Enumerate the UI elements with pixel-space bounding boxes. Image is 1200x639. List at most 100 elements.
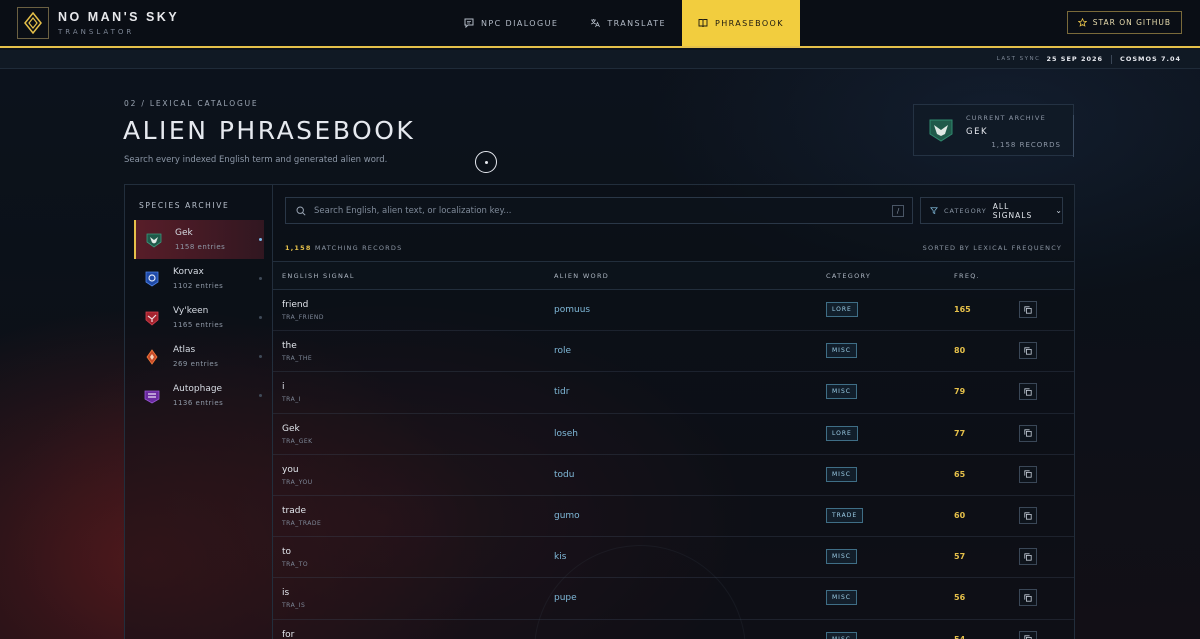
species-count: 1158 entries [175,243,226,251]
category-filter-select[interactable]: CATEGORY ALL SIGNALS ⌄ [920,197,1063,224]
page-subtitle: Search every indexed English term and ge… [124,155,388,165]
search-placeholder: Search English, alien text, or localizat… [314,205,512,216]
category-badge: MISC [826,549,857,565]
frequency-value: 77 [954,428,966,438]
species-item-autophage[interactable]: Autophage 1136 entries [134,376,264,415]
localization-key: TRA_TO [282,561,309,569]
result-count-label: MATCHING RECORDS [314,244,403,252]
english-signal: trade [282,506,306,516]
vykeen-icon [145,311,159,326]
category-badge: TRADE [826,508,864,523]
category-filter-value: ALL SIGNALS [992,201,1033,220]
alien-word: gumo [554,511,580,521]
species-item-atlas[interactable]: Atlas 269 entries [134,337,264,376]
last-sync-date: 25 SEP 2026 [1046,55,1104,63]
status-dot [259,355,262,358]
table-row[interactable]: is TRA_IS pupe MISC 56 [273,578,1074,620]
search-shortcut-key: / [892,205,904,217]
species-name: Gek [175,228,193,238]
top-bar: NO MAN'S SKY TRANSLATOR NPC DIALOGUE TRA… [0,0,1200,48]
status-dot [259,277,262,280]
nav-phrasebook[interactable]: PHRASEBOOK [682,0,800,46]
star-icon [1077,18,1087,27]
localization-key: TRA_THE [282,355,313,363]
copy-button[interactable] [1019,630,1037,639]
mouse-cursor-icon [475,151,497,173]
table-row[interactable]: Gek TRA_GEK loseh LORE 77 [273,414,1074,455]
species-archive-title: SPECIES ARCHIVE [139,201,230,210]
column-category[interactable]: CATEGORY [826,272,871,280]
status-dot [259,238,262,241]
column-frequency[interactable]: FREQ. [954,272,980,280]
species-name: Vy'keen [173,306,209,316]
chevron-down-icon: ⌄ [1055,206,1062,215]
copy-icon [1024,388,1032,396]
english-signal: i [282,382,285,393]
search-input[interactable]: Search English, alien text, or localizat… [285,197,913,224]
table-row[interactable]: for MISC 54 [273,620,1074,639]
column-alien-word[interactable]: ALIEN WORD [554,272,609,280]
table-row[interactable]: you TRA_YOU todu MISC 65 [273,455,1074,496]
frequency-value: 79 [954,387,966,397]
filter-icon [930,207,938,215]
translate-icon [591,19,601,28]
table-row[interactable]: trade TRA_TRADE gumo TRADE 60 [273,496,1074,538]
phrasebook-panel: SPECIES ARCHIVE Gek 1158 entries Korvax 11… [124,184,1075,639]
localization-key: TRA_TRADE [282,520,322,527]
english-signal: the [282,341,297,352]
table-row[interactable]: the TRA_THE role MISC 80 [273,331,1074,373]
copy-button[interactable] [1019,342,1037,360]
category-badge: LORE [826,302,858,317]
category-badge: MISC [826,631,857,639]
category-badge: MISC [826,384,857,400]
alien-word: kis [554,552,567,563]
copy-button[interactable] [1019,507,1037,524]
copy-icon [1024,470,1032,478]
copy-button[interactable] [1019,548,1037,566]
species-item-korvax[interactable]: Korvax 1102 entries [134,259,264,298]
main-nav: NPC DIALOGUE TRANSLATE PHRASEBOOK [448,0,800,46]
nav-translate[interactable]: TRANSLATE [574,0,682,46]
english-signal: you [282,464,299,475]
breadcrumb: 02 / LEXICAL CATALOGUE [124,99,259,108]
brand[interactable]: NO MAN'S SKY TRANSLATOR [0,0,420,46]
copy-button[interactable] [1019,383,1037,401]
frequency-value: 65 [954,469,966,479]
search-icon [296,205,306,216]
copy-icon [1024,594,1032,602]
nav-npc-dialogue[interactable]: NPC DIALOGUE [448,0,574,46]
alien-word: tidr [554,387,570,398]
copy-button[interactable] [1019,589,1037,607]
last-sync-label: LAST SYNC [996,56,1041,62]
nav-npc-dialogue-label: NPC DIALOGUE [481,18,559,28]
localization-key: TRA_I [282,396,301,404]
column-english-signal[interactable]: ENGLISH SIGNAL [282,272,355,280]
english-signal: is [282,588,290,599]
copy-icon [1024,305,1032,314]
copy-button[interactable] [1019,301,1037,318]
category-badge: MISC [826,590,857,606]
frequency-value: 60 [954,511,966,520]
table-row[interactable]: friend TRA_FRIEND pomuus LORE 165 [273,290,1074,332]
species-count: 1136 entries [173,399,224,407]
species-item-vykeen[interactable]: Vy'keen 1165 entries [134,298,264,337]
version-label: COSMOS 7.04 [1120,55,1181,63]
copy-button[interactable] [1019,465,1037,483]
copy-button[interactable] [1019,424,1037,442]
chat-icon [464,18,474,28]
current-archive-name: GEK [966,127,989,137]
english-signal: for [282,629,295,639]
result-count: 1,158 [285,244,312,252]
species-name: Autophage [173,384,223,394]
table-row[interactable]: i TRA_I tidr MISC 79 [273,372,1074,414]
atlas-logo-icon [17,7,49,39]
sync-bar: LAST SYNC 25 SEP 2026 COSMOS 7.04 [0,50,1200,69]
alien-word: todu [554,469,575,480]
current-archive-records: 1,158 RECORDS [991,141,1061,149]
frequency-value: 54 [954,635,965,639]
category-badge: MISC [826,466,857,482]
species-item-gek[interactable]: Gek 1158 entries [134,220,264,259]
species-name: Atlas [173,345,196,355]
star-on-github-button[interactable]: STAR ON GITHUB [1066,11,1182,34]
table-row[interactable]: to TRA_TO kis MISC 57 [273,537,1074,579]
